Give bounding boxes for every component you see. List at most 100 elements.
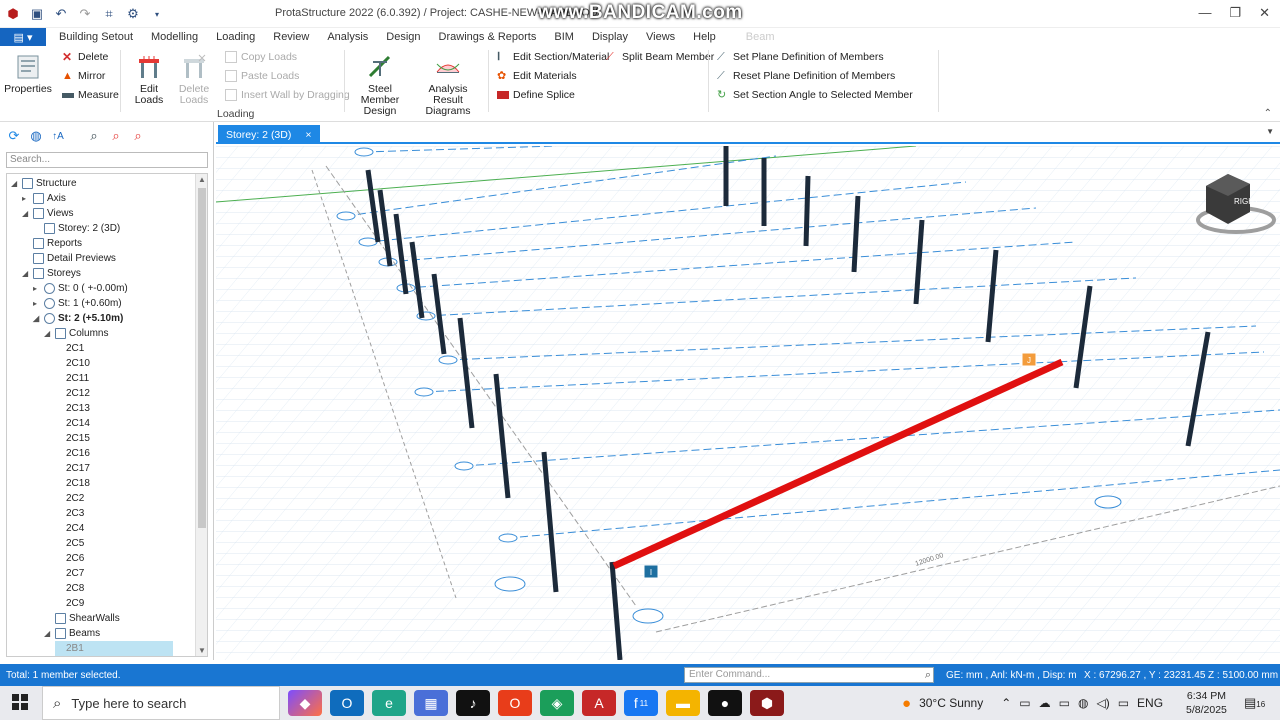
refresh-icon[interactable]: ⟳ xyxy=(6,128,22,144)
tree-node[interactable]: 2C3 xyxy=(55,506,84,521)
grid-bubble[interactable] xyxy=(454,461,474,471)
grid-bubble[interactable] xyxy=(414,387,434,397)
reset-plane-definition-button[interactable]: ⟋ Reset Plane Definition of Members xyxy=(717,70,895,82)
undo-icon[interactable]: ↶ xyxy=(52,5,70,23)
set-section-angle-button[interactable]: ↻ Set Section Angle to Selected Member xyxy=(717,89,913,101)
tree-node[interactable]: 2C12 xyxy=(55,386,90,401)
sort-icon[interactable]: ↑A xyxy=(50,128,66,144)
grid-bubble[interactable] xyxy=(632,608,664,624)
restore-icon[interactable]: ❐ xyxy=(1229,5,1241,21)
grid-bubble[interactable] xyxy=(358,237,378,247)
split-beam-member-button[interactable]: ⟋ Split Beam Member xyxy=(606,51,714,63)
tab-drawings-reports[interactable]: Drawings & Reports xyxy=(430,31,546,43)
save-icon[interactable]: ▣ xyxy=(28,5,46,23)
file-explorer-icon[interactable]: ▬ xyxy=(666,690,700,716)
tree-scrollbar[interactable]: ▲ ▼ xyxy=(195,174,207,656)
tree-expander-icon[interactable]: ◢ xyxy=(22,266,30,281)
volume-icon[interactable]: ◁) xyxy=(1096,696,1109,710)
tree-node[interactable]: 2C16 xyxy=(55,446,90,461)
tree-search-input[interactable]: Search... xyxy=(6,152,208,168)
tray-app-icon[interactable]: ▭ xyxy=(1019,696,1030,710)
tree-node[interactable]: 2C15 xyxy=(55,431,90,446)
collapse-ribbon-icon[interactable]: ⌃ xyxy=(1264,108,1272,119)
tree-expander-icon[interactable]: ◢ xyxy=(11,176,19,191)
tree-node[interactable]: 2C1 xyxy=(55,341,84,356)
protastructure-taskbar-icon[interactable]: ⬢ xyxy=(750,690,784,716)
settings-gear-icon[interactable]: ⚙ xyxy=(124,5,142,23)
taskbar-search[interactable]: ⌕ Type here to search xyxy=(42,686,280,720)
autocad-icon[interactable]: A xyxy=(582,690,616,716)
facebook-icon[interactable]: f 11 xyxy=(624,690,658,716)
tree-node[interactable]: 2C17 xyxy=(55,461,90,476)
copy-loads-button[interactable]: Copy Loads xyxy=(225,51,297,63)
tree-node[interactable]: ▸ St: 1 (+0.60m) xyxy=(33,296,122,311)
windows-start-icon[interactable] xyxy=(12,694,28,710)
command-input[interactable]: Enter Command... ⌕ xyxy=(684,667,934,683)
tree-node[interactable]: ▸ St: 0 ( +-0.00m) xyxy=(33,281,128,296)
tab-beam-context[interactable]: Beam xyxy=(737,31,784,43)
tray-chevron-icon[interactable]: ⌃ xyxy=(1001,696,1011,710)
tree-expander-icon[interactable]: ◢ xyxy=(44,626,52,641)
tree-node[interactable]: ▸ Axis xyxy=(22,191,66,206)
tab-loading[interactable]: Loading xyxy=(207,31,264,43)
tree-node[interactable]: 2C6 xyxy=(55,551,84,566)
grid-bubble[interactable] xyxy=(336,211,356,221)
tree-node[interactable]: 2C4 xyxy=(55,521,84,536)
tree-node[interactable]: Detail Previews xyxy=(22,251,116,266)
tree-node[interactable]: 2B1 xyxy=(55,641,173,656)
tab-building-setout[interactable]: Building Setout xyxy=(50,31,142,43)
battery-icon[interactable]: ▭ xyxy=(1059,696,1070,710)
customize-dropdown-icon[interactable]: ▾ xyxy=(148,5,166,23)
model-viewport[interactable]: Storey: 2 (3D) × ▼ J I 12000.00 RIGHT xyxy=(216,122,1280,660)
onedrive-icon[interactable]: ☁ xyxy=(1039,696,1051,710)
grid-bubble[interactable] xyxy=(438,355,458,365)
delete-loads-button[interactable]: Delete Loads xyxy=(172,54,216,106)
edit-loads-button[interactable]: Edit Loads xyxy=(126,54,172,106)
paste-loads-button[interactable]: Paste Loads xyxy=(225,70,299,82)
tab-help[interactable]: Help xyxy=(684,31,725,43)
insert-wall-button[interactable]: Insert Wall by Dragging xyxy=(225,89,350,101)
tab-review[interactable]: Review xyxy=(264,31,318,43)
close-icon[interactable]: ✕ xyxy=(1259,5,1270,21)
tab-display[interactable]: Display xyxy=(583,31,637,43)
tree-expander-icon[interactable]: ◢ xyxy=(22,206,30,221)
tree-node[interactable]: ◢ Views xyxy=(22,206,74,221)
tree-node[interactable]: ShearWalls xyxy=(44,611,120,626)
analysis-result-diagrams-button[interactable]: Analysis Result Diagrams xyxy=(414,54,482,117)
close-tab-icon[interactable]: × xyxy=(305,129,311,141)
grid-bubble[interactable] xyxy=(498,533,518,543)
delete-button[interactable]: ✕ Delete xyxy=(62,51,108,63)
tab-modelling[interactable]: Modelling xyxy=(142,31,207,43)
language-indicator[interactable]: ENG xyxy=(1137,696,1163,710)
steel-member-design-button[interactable]: Steel Member Design xyxy=(350,54,410,117)
tab-bim[interactable]: BIM xyxy=(545,31,583,43)
measure-button[interactable]: Measure xyxy=(62,89,119,101)
tree-expander-icon[interactable]: ◢ xyxy=(33,311,41,326)
edit-materials-button[interactable]: ✿ Edit Materials xyxy=(497,70,577,82)
copilot-icon[interactable]: ◆ xyxy=(288,690,322,716)
globe-icon[interactable]: ◍ xyxy=(28,128,44,144)
weather-text[interactable]: 30°C Sunny xyxy=(919,696,983,710)
tree-node[interactable]: 2C13 xyxy=(55,401,90,416)
battery-status-icon[interactable]: ▭ xyxy=(1118,696,1129,710)
tab-design[interactable]: Design xyxy=(377,31,429,43)
tab-views[interactable]: Views xyxy=(637,31,684,43)
tree-node[interactable]: Reports xyxy=(22,236,82,251)
tree-node[interactable]: Storey: 2 (3D) xyxy=(33,221,120,236)
edit-section-material-button[interactable]: Ⅰ Edit Section/Material xyxy=(497,51,609,63)
opera-icon[interactable]: O xyxy=(498,690,532,716)
structure-icon[interactable]: ⌗ xyxy=(100,5,118,23)
tree-node[interactable]: 2C5 xyxy=(55,536,84,551)
tree-node[interactable]: 2C7 xyxy=(55,566,84,581)
redo-icon[interactable]: ↷ xyxy=(76,5,94,23)
tab-dropdown-icon[interactable]: ▼ xyxy=(1266,127,1274,136)
gem-app-icon[interactable]: ◈ xyxy=(540,690,574,716)
file-menu-button[interactable]: ▤ ▾ xyxy=(0,28,46,46)
zoom-red-icon[interactable]: ⌕ xyxy=(108,128,124,144)
tree-node[interactable]: 2C18 xyxy=(55,476,90,491)
3d-model-canvas[interactable]: J I 12000.00 RIGHT xyxy=(216,146,1280,660)
properties-button[interactable]: Properties xyxy=(4,54,52,95)
tab-storey-2-3d[interactable]: Storey: 2 (3D) × xyxy=(218,125,320,144)
edge-icon[interactable]: e xyxy=(372,690,406,716)
tree-node[interactable]: 2C11 xyxy=(55,371,89,386)
